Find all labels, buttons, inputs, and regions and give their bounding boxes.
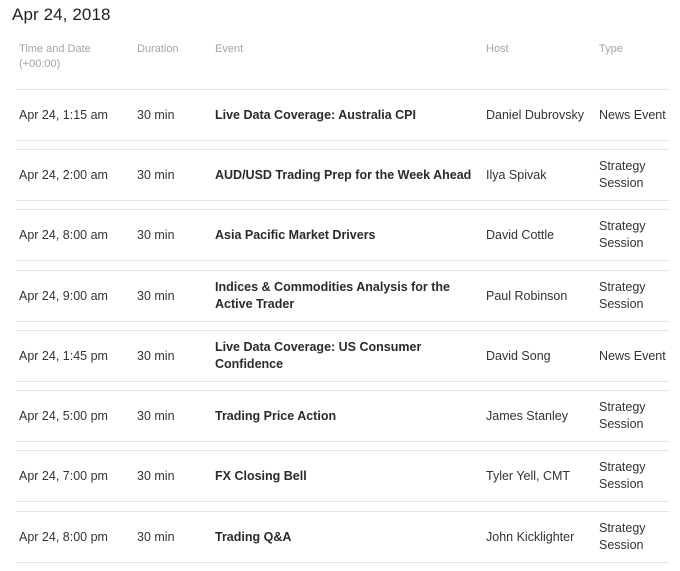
row-host: Daniel Dubrovsky [486, 107, 584, 122]
column-header-host: Host [486, 43, 509, 55]
row-time: Apr 24, 8:00 pm [19, 529, 108, 544]
row-duration: 30 min [137, 227, 175, 242]
table-row: Apr 24, 1:15 am 30 min Live Data Coverag… [16, 89, 669, 141]
row-type: News Event [599, 348, 666, 363]
row-host: David Song [486, 348, 551, 363]
row-event-link[interactable]: Indices & Commodities Analysis for the A… [215, 271, 473, 321]
row-duration: 30 min [137, 529, 175, 544]
table-row: Apr 24, 8:00 am 30 min Asia Pacific Mark… [16, 209, 669, 261]
row-duration: 30 min [137, 408, 175, 423]
column-header-time: Time and Date (+00:00) [19, 42, 129, 72]
row-duration: 30 min [137, 348, 175, 363]
row-duration: 30 min [137, 468, 175, 483]
table-row: Apr 24, 9:00 am 30 min Indices & Commodi… [16, 270, 669, 322]
column-header-type: Type [599, 43, 623, 55]
table-row: Apr 24, 1:45 pm 30 min Live Data Coverag… [16, 330, 669, 382]
row-type: Strategy Session [599, 460, 646, 491]
row-host: Ilya Spivak [486, 167, 547, 182]
row-time: Apr 24, 9:00 am [19, 288, 108, 303]
column-header-timezone: (+00:00) [19, 58, 61, 70]
row-host: James Stanley [486, 408, 568, 423]
column-header-duration: Duration [137, 43, 179, 55]
table-row: Apr 24, 2:00 am 30 min AUD/USD Trading P… [16, 149, 669, 201]
row-event-link[interactable]: Live Data Coverage: Australia CPI [215, 90, 473, 140]
row-event-link[interactable]: FX Closing Bell [215, 451, 473, 501]
row-time: Apr 24, 2:00 am [19, 167, 108, 182]
column-header-time-label: Time and Date [19, 43, 91, 55]
row-event-link[interactable]: Trading Q&A [215, 512, 473, 562]
row-time: Apr 24, 5:00 pm [19, 408, 108, 423]
row-host: Tyler Yell, CMT [486, 468, 571, 483]
row-type: Strategy Session [599, 159, 646, 190]
row-host: Paul Robinson [486, 288, 568, 303]
row-event-link[interactable]: Live Data Coverage: US Consumer Confiden… [215, 331, 473, 381]
row-event-link[interactable]: Asia Pacific Market Drivers [215, 210, 473, 260]
table-header: Time and Date (+00:00) Duration Event Ho… [0, 42, 680, 78]
row-time: Apr 24, 1:15 am [19, 107, 108, 122]
row-type: Strategy Session [599, 521, 646, 552]
row-type: Strategy Session [599, 280, 646, 311]
row-host: David Cottle [486, 227, 555, 242]
table-row: Apr 24, 5:00 pm 30 min Trading Price Act… [16, 390, 669, 442]
schedule-page: Apr 24, 2018 Time and Date (+00:00) Dura… [0, 0, 680, 571]
row-type: Strategy Session [599, 400, 646, 431]
column-header-event: Event [215, 43, 244, 55]
row-event-link[interactable]: Trading Price Action [215, 391, 473, 441]
row-event-link[interactable]: AUD/USD Trading Prep for the Week Ahead [215, 150, 473, 200]
row-type: Strategy Session [599, 219, 646, 250]
table-row: Apr 24, 7:00 pm 30 min FX Closing Bell T… [16, 450, 669, 502]
row-duration: 30 min [137, 288, 175, 303]
row-time: Apr 24, 7:00 pm [19, 468, 108, 483]
row-type: News Event [599, 107, 666, 122]
table-row: Apr 24, 8:00 pm 30 min Trading Q&A John … [16, 511, 669, 563]
date-heading: Apr 24, 2018 [12, 5, 111, 24]
row-host: John Kicklighter [486, 529, 575, 544]
row-time: Apr 24, 8:00 am [19, 227, 108, 242]
row-duration: 30 min [137, 167, 175, 182]
row-time: Apr 24, 1:45 pm [19, 348, 108, 363]
row-duration: 30 min [137, 107, 175, 122]
